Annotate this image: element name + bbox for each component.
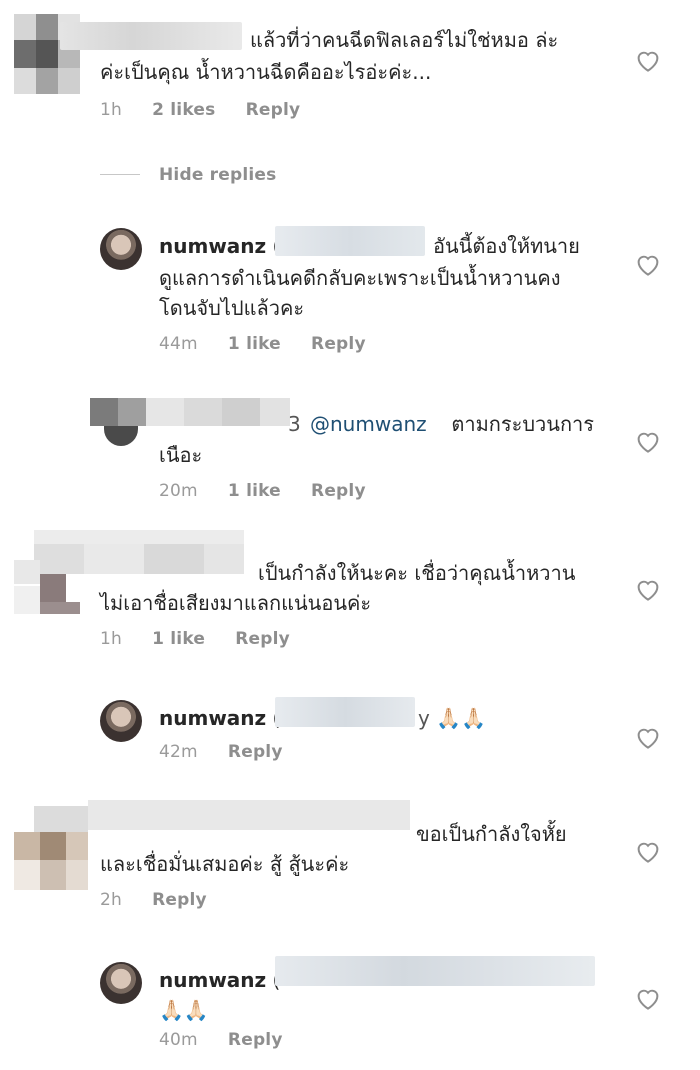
emoji: 🙏🏻🙏🏻 xyxy=(159,998,209,1022)
mention-redacted xyxy=(275,226,425,256)
comment-text: อันนี้ต้องให้ทนาย xyxy=(433,234,580,258)
comment-text-line3: โดนจับไปแล้วคะ xyxy=(159,296,305,320)
username-suffix: 3 xyxy=(288,412,301,436)
comment-text: แล้วที่ว่าคนฉีดฟิลเลอร์ไม่ใช่หมอ ล่ะ xyxy=(250,28,559,52)
avatar[interactable] xyxy=(100,228,142,270)
heart-outline-icon[interactable] xyxy=(633,983,663,1013)
hide-replies-button[interactable]: Hide replies xyxy=(159,165,276,185)
reply-button[interactable]: Reply xyxy=(152,890,207,910)
reply-button[interactable]: Reply xyxy=(311,334,366,354)
comment-time: 42m xyxy=(159,742,198,762)
comment-time: 1h xyxy=(100,100,122,120)
reply-button[interactable]: Reply xyxy=(311,481,366,501)
comment-text: เป็นกำลังให้นะคะ เชื่อว่าคุณน้ำหวาน xyxy=(258,561,576,585)
username[interactable]: numwanz xyxy=(159,234,266,258)
likes-count[interactable]: 1 like xyxy=(228,481,281,501)
reply-button[interactable]: Reply xyxy=(235,629,290,649)
comment-meta: 1h 1 like Reply xyxy=(100,629,314,649)
mention-link[interactable]: @numwanz xyxy=(310,412,427,436)
comment-meta: 44m 1 like Reply xyxy=(159,334,390,354)
comment-time: 2h xyxy=(100,890,122,910)
comment-time: 44m xyxy=(159,334,198,354)
comment-text-line2: ค่ะเป็นคุณ น้ำหวานฉีดคืออะไรอ่ะค่ะ... xyxy=(100,60,432,84)
comment-text-line2: ดูแลการดำเนินคดีกลับคะเพราะเป็นน้ำหวานคง xyxy=(159,266,561,290)
avatar[interactable] xyxy=(100,962,142,1004)
comment-time: 20m xyxy=(159,481,198,501)
likes-count[interactable]: 2 likes xyxy=(152,100,215,120)
comment-meta: 42m Reply xyxy=(159,742,307,762)
mention-redacted xyxy=(275,697,415,727)
heart-outline-icon[interactable] xyxy=(633,45,663,75)
avatar[interactable] xyxy=(100,700,142,742)
comment-time: 1h xyxy=(100,629,122,649)
comment-text: ตามกระบวนการ xyxy=(451,412,595,436)
heart-outline-icon[interactable] xyxy=(633,836,663,866)
heart-outline-icon[interactable] xyxy=(633,722,663,752)
comment-meta: 2h Reply xyxy=(100,890,231,910)
comment-text: ขอเป็นกำลังใจหั้ย xyxy=(416,822,567,846)
username[interactable]: numwanz xyxy=(159,706,266,730)
likes-count[interactable]: 1 like xyxy=(228,334,281,354)
heart-outline-icon[interactable] xyxy=(633,249,663,279)
reply-button[interactable]: Reply xyxy=(246,100,301,120)
comment-text-line2: และเชื่อมั่นเสมอค่ะ สู้ สู้นะค่ะ xyxy=(100,852,350,876)
hide-replies-divider xyxy=(100,174,140,175)
reply-button[interactable]: Reply xyxy=(228,742,283,762)
username-suffix: y xyxy=(418,706,430,730)
comment-meta: 1h 2 likes Reply xyxy=(100,100,324,120)
comment-meta: 20m 1 like Reply xyxy=(159,481,390,501)
heart-outline-icon[interactable] xyxy=(633,574,663,604)
avatar-pixelated xyxy=(90,398,290,446)
likes-count[interactable]: 1 like xyxy=(152,629,205,649)
username[interactable]: numwanz xyxy=(159,968,266,992)
comment-text-line2: เนือะ xyxy=(159,443,203,467)
comment-text-line2: ไม่เอาชื่อเสียงมาแลกแน่นอนค่ะ xyxy=(100,591,372,615)
reply-button[interactable]: Reply xyxy=(228,1030,283,1050)
username-redacted xyxy=(60,22,242,50)
mention-redacted xyxy=(275,956,595,986)
emoji: 🙏🏻🙏🏻 xyxy=(436,706,487,730)
comment-meta: 40m Reply xyxy=(159,1030,307,1050)
comment-time: 40m xyxy=(159,1030,198,1050)
heart-outline-icon[interactable] xyxy=(633,426,663,456)
